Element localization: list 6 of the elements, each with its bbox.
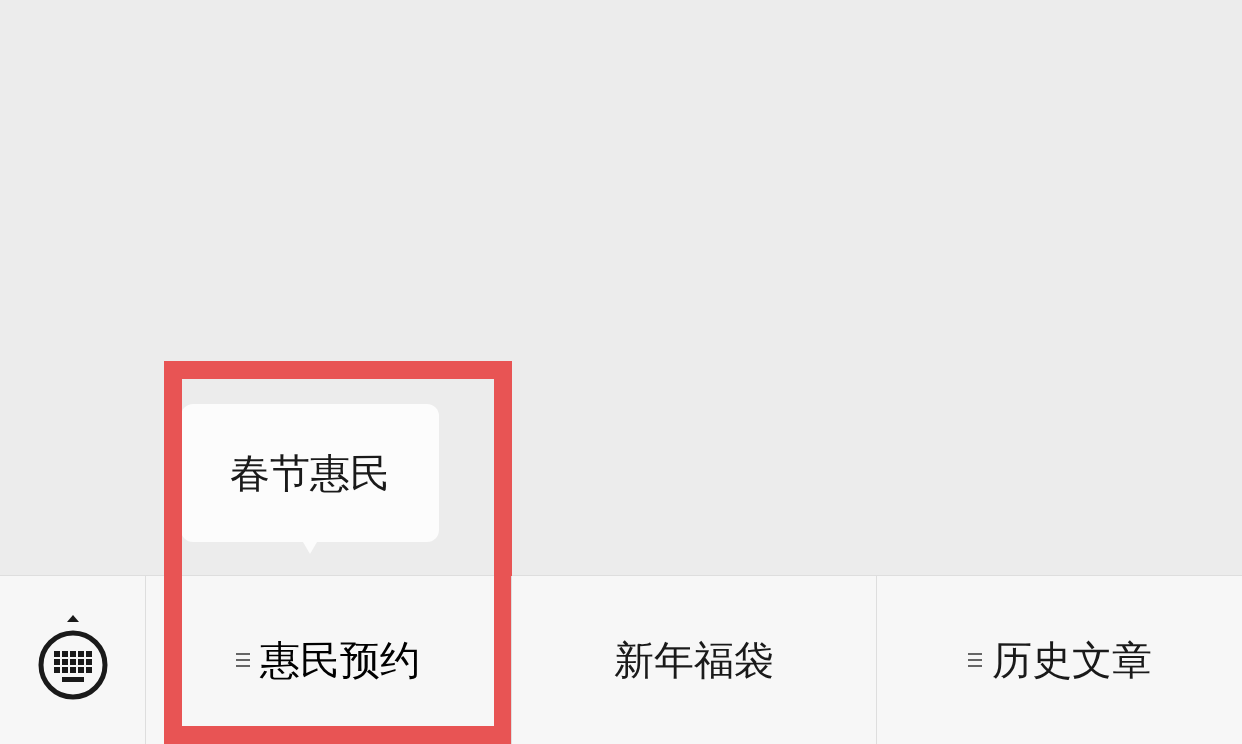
submenu-icon [236, 652, 251, 668]
submenu-icon [967, 652, 982, 668]
menu-tab[interactable]: 历史文章 [967, 632, 1152, 688]
menu-tab[interactable]: 惠民预约 [236, 632, 421, 688]
menu-tab[interactable]: 新年福袋 [614, 632, 774, 688]
submenu-item[interactable]: 春节惠民 [230, 445, 390, 501]
